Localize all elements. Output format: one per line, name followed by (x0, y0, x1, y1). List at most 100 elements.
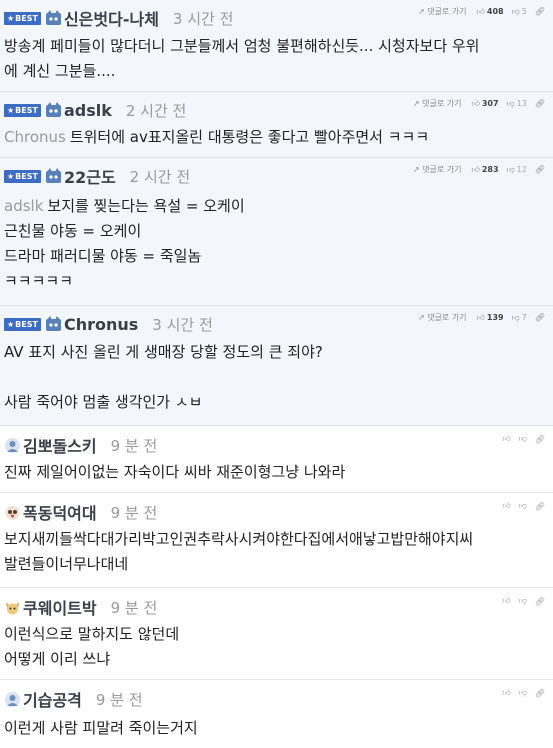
upvote-count: 307 (481, 99, 499, 108)
link-icon[interactable]: 🔗︎ (535, 435, 545, 444)
best-badge: ★ BEST (4, 317, 41, 331)
author-nickname[interactable]: 폭동덕여대 (23, 500, 97, 524)
comment-tools: 👍︎ 👎︎ 🔗︎ (494, 434, 545, 444)
downvote-count: 13 (516, 99, 527, 108)
downvote-button[interactable]: 👎︎ (519, 688, 527, 698)
star-icon: ★ (7, 319, 15, 329)
comment-line: 이런게 사람 피말려 죽이는거지 (4, 719, 198, 737)
mention-username[interactable]: adslk (4, 197, 43, 215)
downvote-button[interactable]: 👎︎ (519, 434, 527, 444)
author-nickname[interactable]: adslk (64, 101, 112, 120)
upvote-button[interactable]: 👍︎ (502, 596, 510, 606)
star-icon: ★ (7, 13, 15, 23)
comment-header: 김뽀돌스키 9 분 전 (4, 433, 157, 457)
upvote-count: 408 (486, 7, 504, 16)
thumbs-up-icon: 👍︎ (476, 312, 485, 322)
comment-item: 김뽀돌스키 9 분 전 👍︎ 👎︎ 🔗︎ 진짜 제일어이없는 자숙이다 씨바 재… (0, 426, 553, 493)
cat-avatar-icon[interactable] (45, 167, 62, 185)
user-avatar-icon[interactable] (4, 599, 21, 616)
best-badge: ★ BEST (4, 11, 41, 25)
reply-link[interactable]: ↗ 댓글로 가기 (413, 164, 462, 175)
upvote-button[interactable]: 👍︎ 283 (471, 165, 498, 175)
user-avatar-icon[interactable] (4, 437, 21, 454)
comment-header: ★ BEST 신은벗다-나체 3 시간 전 (4, 6, 234, 30)
comment-time: 3 시간 전 (172, 9, 234, 28)
thumbs-down-icon: 👎︎ (506, 164, 515, 174)
author-nickname[interactable]: 기습공격 (23, 687, 82, 711)
comment-header: ★ BEST adslk 2 시간 전 (4, 100, 186, 120)
user-avatar-icon[interactable] (4, 691, 21, 708)
comment-time: 9 분 전 (95, 690, 143, 709)
thumbs-down-icon: 👎︎ (518, 501, 527, 510)
thumbs-up-icon: 👍︎ (476, 6, 485, 16)
reply-link[interactable]: ↗ 댓글로 가기 (418, 6, 467, 17)
link-icon[interactable]: 🔗︎ (535, 313, 545, 322)
downvote-button[interactable]: 👎︎ 7 (512, 313, 527, 323)
comment-line: 이런식으로 말하지도 않던데 (4, 625, 180, 643)
comment-item: ★ BEST adslk 2 시간 전 ↗ 댓글로 가기 👍︎ 307 👎︎ 13 🔗… (0, 92, 553, 158)
user-avatar-icon[interactable] (4, 504, 21, 521)
comment-time: 3 시간 전 (152, 315, 213, 334)
downvote-button[interactable]: 👎︎ 12 (507, 165, 527, 175)
comment-tools: ↗ 댓글로 가기 👍︎ 307 👎︎ 13 🔗︎ (413, 98, 545, 109)
cat-avatar-icon[interactable] (45, 101, 62, 119)
comment-body: 방송계 페미들이 많다더니 그분들께서 엄청 불편해하신듯... 시청자보다 우… (4, 34, 545, 84)
link-icon[interactable]: 🔗︎ (535, 7, 545, 16)
comment-tools: 👍︎ 👎︎ 🔗︎ (494, 688, 545, 698)
upvote-count: 283 (481, 165, 499, 174)
comment-tools: ↗ 댓글로 가기 👍︎ 283 👎︎ 12 🔗︎ (413, 164, 545, 175)
reply-link[interactable]: ↗ 댓글로 가기 (418, 312, 467, 323)
link-icon[interactable]: 🔗︎ (535, 597, 545, 606)
downvote-count: 5 (521, 7, 527, 16)
upvote-button[interactable]: 👍︎ 139 (477, 313, 504, 323)
upvote-button[interactable]: 👍︎ (502, 434, 510, 444)
cat-avatar-icon[interactable] (45, 315, 62, 333)
link-icon[interactable]: 🔗︎ (535, 99, 545, 108)
comment-line: 어떻게 이리 쓰냐 (4, 650, 111, 668)
downvote-button[interactable]: 👎︎ (519, 596, 527, 606)
author-nickname[interactable]: 신은벗다-나체 (64, 6, 159, 30)
downvote-count: 12 (516, 165, 527, 174)
mention-username[interactable]: Chronus (4, 128, 66, 146)
author-nickname[interactable]: 22근도 (64, 164, 116, 188)
upvote-button[interactable]: 👍︎ 307 (471, 99, 498, 109)
comment-header: ★ BEST Chronus 3 시간 전 (4, 314, 213, 334)
upvote-button[interactable]: 👍︎ (502, 688, 510, 698)
comment-tools: ↗ 댓글로 가기 👍︎ 408 👎︎ 5 🔗︎ (418, 6, 545, 17)
best-badge: ★ BEST (4, 169, 41, 183)
cat-avatar-icon[interactable] (45, 9, 62, 27)
reply-link[interactable]: ↗ 댓글로 가기 (413, 98, 462, 109)
comment-line: 발련들이너무나대네 (4, 555, 129, 573)
author-nickname[interactable]: 김뽀돌스키 (23, 433, 97, 457)
thumbs-down-icon: 👎︎ (511, 312, 520, 322)
thumbs-up-icon: 👍︎ (502, 688, 511, 697)
comment-time: 2 시간 전 (125, 101, 187, 120)
reply-arrow-icon: ↗ (412, 165, 420, 174)
star-icon: ★ (7, 105, 15, 115)
downvote-button[interactable]: 👎︎ (519, 501, 527, 511)
comment-item: 쿠웨이트박 9 분 전 👍︎ 👎︎ 🔗︎ 이런식으로 말하지도 않던데 어떻게 … (0, 588, 553, 680)
comment-item: ★ BEST Chronus 3 시간 전 ↗ 댓글로 가기 👍︎ 139 👎︎ 7 … (0, 306, 553, 426)
comment-body: Chronus 트위터에 av표지올린 대통령은 좋다고 빨아주면서 ㅋㅋㅋ (4, 125, 545, 150)
link-icon[interactable]: 🔗︎ (535, 689, 545, 698)
comment-line (4, 365, 545, 390)
upvote-button[interactable]: 👍︎ 408 (477, 7, 504, 17)
comment-item: 기습공격 9 분 전 👍︎ 👎︎ 🔗︎ 이런게 사람 피말려 죽이는거지 (0, 680, 553, 748)
author-nickname[interactable]: Chronus (64, 315, 138, 334)
comment-tools: 👍︎ 👎︎ 🔗︎ (494, 501, 545, 511)
reply-arrow-icon: ↗ (417, 7, 425, 16)
comment-tools: 👍︎ 👎︎ 🔗︎ (494, 596, 545, 606)
link-icon[interactable]: 🔗︎ (535, 502, 545, 511)
author-nickname[interactable]: 쿠웨이트박 (23, 595, 97, 619)
link-icon[interactable]: 🔗︎ (535, 165, 545, 174)
thumbs-down-icon: 👎︎ (518, 596, 527, 605)
upvote-button[interactable]: 👍︎ (502, 501, 510, 511)
downvote-button[interactable]: 👎︎ 13 (507, 99, 527, 109)
comment-line: AV 표지 사진 올린 게 생매장 당할 정도의 큰 죄야? (4, 343, 323, 361)
upvote-count: 139 (486, 313, 504, 322)
thumbs-down-icon: 👎︎ (518, 688, 527, 697)
thumbs-up-icon: 👍︎ (471, 98, 480, 108)
downvote-button[interactable]: 👎︎ 5 (512, 7, 527, 17)
thumbs-up-icon: 👍︎ (471, 164, 480, 174)
comment-tools: ↗ 댓글로 가기 👍︎ 139 👎︎ 7 🔗︎ (418, 312, 545, 323)
